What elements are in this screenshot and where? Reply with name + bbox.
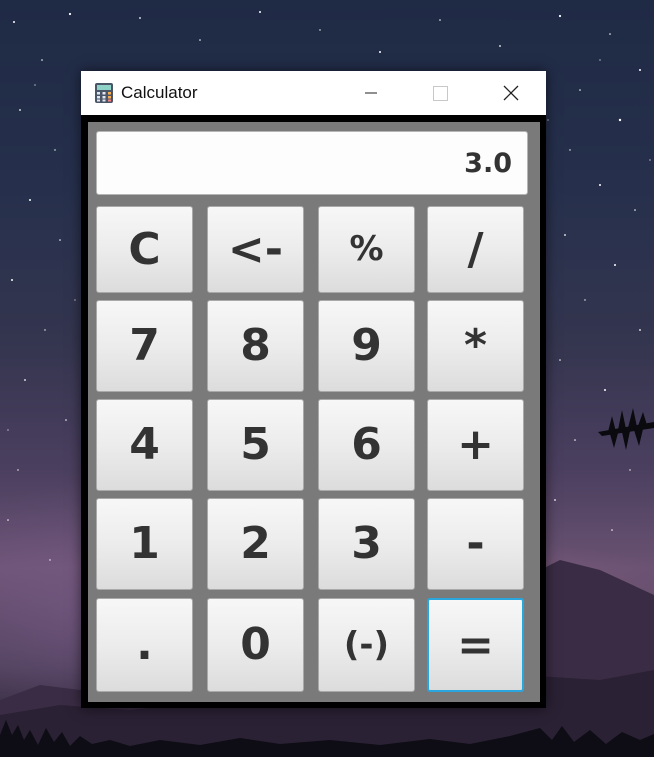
negate-button[interactable]: (-): [318, 598, 415, 692]
digit-0-button[interactable]: 0: [207, 598, 304, 692]
calculator-app-icon: [95, 83, 113, 103]
digit-1-button[interactable]: 1: [96, 498, 193, 590]
decimal-point-button[interactable]: .: [96, 598, 193, 692]
calculator-window: Calculator 3.0 C <- % / 7 8 9 * 4 5 6 + …: [81, 71, 546, 708]
minimize-icon: [365, 92, 377, 94]
close-button[interactable]: [488, 71, 534, 115]
divide-button[interactable]: /: [427, 206, 524, 293]
digit-6-button[interactable]: 6: [318, 399, 415, 491]
close-icon: [503, 85, 519, 101]
title-bar[interactable]: Calculator: [81, 71, 546, 115]
digit-8-button[interactable]: 8: [207, 300, 304, 392]
equals-button[interactable]: =: [427, 598, 524, 692]
window-title: Calculator: [121, 83, 198, 102]
wallpaper-pine-branch: [598, 408, 654, 450]
digit-7-button[interactable]: 7: [96, 300, 193, 392]
multiply-button[interactable]: *: [427, 300, 524, 392]
digit-5-button[interactable]: 5: [207, 399, 304, 491]
digit-4-button[interactable]: 4: [96, 399, 193, 491]
percent-button[interactable]: %: [318, 206, 415, 293]
add-button[interactable]: +: [427, 399, 524, 491]
subtract-button[interactable]: -: [427, 498, 524, 590]
minimize-button[interactable]: [348, 71, 394, 115]
clear-button[interactable]: C: [96, 206, 193, 293]
digit-2-button[interactable]: 2: [207, 498, 304, 590]
calculator-body: 3.0 C <- % / 7 8 9 * 4 5 6 + 1 2 3 - . 0…: [88, 122, 540, 702]
maximize-button[interactable]: [417, 71, 463, 115]
result-display: 3.0: [96, 131, 528, 195]
maximize-icon: [433, 86, 448, 101]
digit-9-button[interactable]: 9: [318, 300, 415, 392]
digit-3-button[interactable]: 3: [318, 498, 415, 590]
backspace-button[interactable]: <-: [207, 206, 304, 293]
